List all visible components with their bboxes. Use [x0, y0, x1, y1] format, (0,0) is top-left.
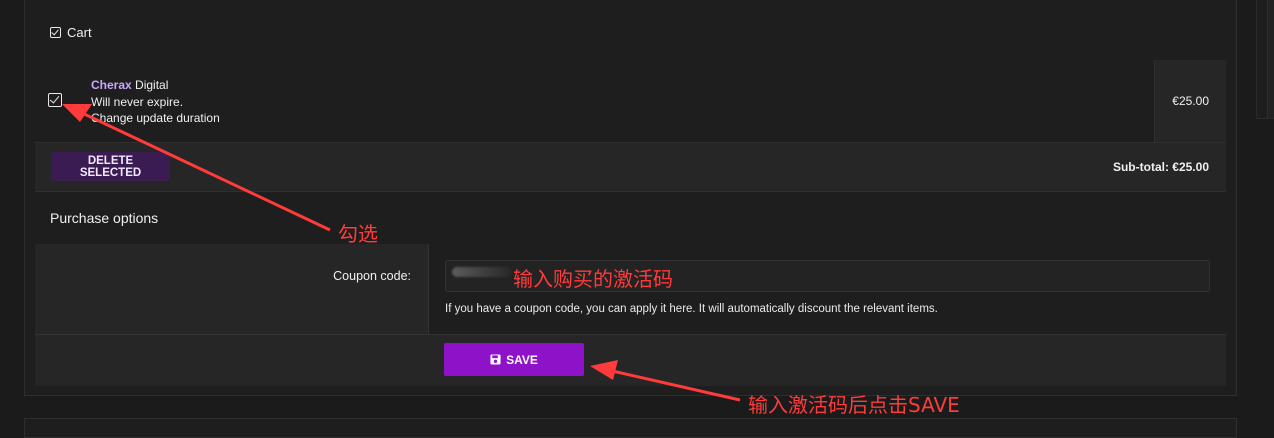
annotation-enter-code: 输入购买的激活码 [513, 267, 673, 291]
subtotal: Sub-total: €25.00 [1112, 160, 1209, 174]
right-sidebar-edge [1256, 0, 1274, 119]
delete-selected-button[interactable]: DELETE SELECTED [51, 152, 170, 181]
item-info: Cherax Digital Will never expire. Change… [91, 77, 220, 127]
item-brand[interactable]: Cherax [91, 78, 132, 92]
floppy-disk-icon [490, 354, 501, 365]
purchase-options-title: Purchase options [50, 210, 159, 226]
coupon-label-cell: Coupon code: [35, 244, 429, 334]
coupon-label: Coupon code: [333, 269, 411, 283]
change-duration-link[interactable]: Change update duration [91, 110, 220, 127]
save-row [35, 334, 1226, 386]
item-price-cell: €25.00 [1154, 60, 1226, 142]
item-name: Digital [131, 78, 169, 92]
save-label: SAVE [506, 352, 538, 367]
annotation-click-save: 输入激活码后点击SAVE [748, 393, 960, 417]
scrollbar[interactable] [1267, 0, 1274, 118]
item-price: €25.00 [1172, 94, 1209, 108]
item-checkbox[interactable] [48, 93, 62, 107]
select-all-checkbox[interactable] [50, 27, 61, 38]
lower-panel [24, 418, 1237, 438]
coupon-help-text: If you have a coupon code, you can apply… [445, 303, 938, 315]
save-button[interactable]: SAVE [444, 343, 584, 376]
item-expiry: Will never expire. [91, 94, 184, 109]
annotation-check: 勾选 [338, 222, 378, 246]
cart-title: Cart [67, 25, 92, 40]
checkbox-checked-icon[interactable] [48, 93, 62, 107]
subtotal-row [35, 142, 1226, 192]
redacted-code [452, 267, 512, 277]
cart-header[interactable]: Cart [50, 25, 92, 40]
